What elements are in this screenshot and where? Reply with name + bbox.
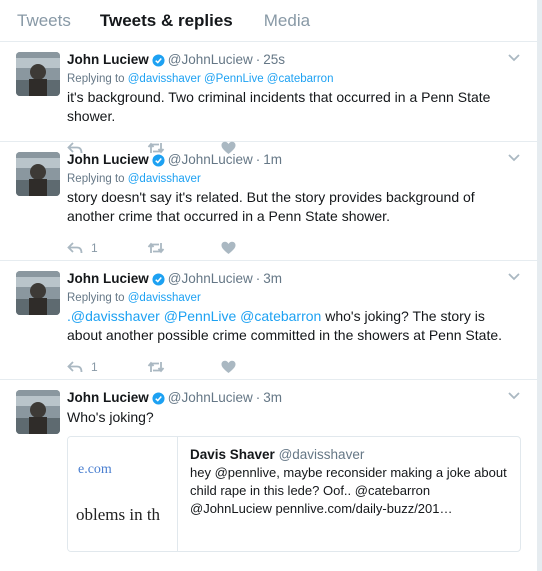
- author-handle[interactable]: @JohnLuciew: [168, 51, 253, 69]
- verified-badge-icon: [152, 53, 165, 67]
- separator-dot: ·: [255, 52, 261, 67]
- chevron-down-icon[interactable]: [507, 269, 521, 283]
- replying-to: Replying to @davisshaver: [67, 290, 521, 306]
- replying-to: Replying to @davisshaver @PennLive @cate…: [67, 71, 521, 87]
- tweet-timestamp[interactable]: 1m: [263, 151, 282, 169]
- retweet-button[interactable]: [147, 360, 221, 374]
- retweet-icon: [147, 242, 165, 254]
- verified-badge-icon: [152, 391, 165, 405]
- separator-dot: ·: [255, 390, 261, 405]
- image-text-top: e.com: [78, 462, 112, 477]
- heart-icon: [221, 241, 236, 254]
- chevron-down-icon[interactable]: [507, 50, 521, 64]
- quoted-tweet-image: e.com oblems in th: [68, 437, 178, 551]
- tweet-header: John Luciew @JohnLuciew · 25s: [67, 51, 521, 69]
- tweet-actions: 1: [67, 234, 521, 262]
- profile-tabs: Tweets Tweets & replies Media: [0, 0, 537, 42]
- image-text-bottom: oblems in th: [76, 505, 161, 524]
- like-button[interactable]: [221, 241, 236, 255]
- author-name[interactable]: John Luciew: [67, 389, 149, 407]
- replying-to-handles[interactable]: @davisshaver @PennLive @catebarron: [128, 73, 334, 85]
- replying-to-handles[interactable]: @davisshaver: [128, 173, 201, 185]
- replying-label: Replying to: [67, 173, 125, 185]
- tweet-text: Who's joking?: [67, 409, 154, 425]
- author-name[interactable]: John Luciew: [67, 270, 149, 288]
- author-handle[interactable]: @JohnLuciew: [168, 389, 253, 407]
- heart-icon: [221, 360, 236, 373]
- reply-button[interactable]: 1: [67, 360, 147, 374]
- author-handle[interactable]: @JohnLuciew: [168, 270, 253, 288]
- tweet-actions: 1: [67, 564, 521, 571]
- tweet-header: John Luciew @JohnLuciew · 3m: [67, 270, 521, 288]
- avatar[interactable]: [16, 52, 60, 96]
- replying-to-handles[interactable]: @davisshaver: [128, 292, 201, 304]
- author-name[interactable]: John Luciew: [67, 151, 149, 169]
- avatar[interactable]: [16, 390, 60, 434]
- profile-timeline: Tweets Tweets & replies Media John Lucie…: [0, 0, 538, 571]
- retweet-icon: [147, 361, 165, 373]
- reply-icon: [67, 242, 83, 254]
- verified-badge-icon: [152, 153, 165, 167]
- replying-label: Replying to: [67, 73, 125, 85]
- tweet-header: John Luciew @JohnLuciew · 3m: [67, 389, 521, 407]
- tweet[interactable]: John Luciew @JohnLuciew · 1m Replying to…: [0, 142, 537, 261]
- retweet-button[interactable]: [147, 241, 221, 255]
- avatar[interactable]: [16, 271, 60, 315]
- quoted-tweet-text: hey @pennlive, maybe reconsider making a…: [190, 465, 507, 516]
- tab-media[interactable]: Media: [247, 11, 327, 31]
- tweet-timestamp[interactable]: 3m: [263, 389, 282, 407]
- tweet-timestamp[interactable]: 3m: [263, 270, 282, 288]
- chevron-down-icon[interactable]: [507, 150, 521, 164]
- reply-icon: [67, 361, 83, 373]
- tweet[interactable]: John Luciew @JohnLuciew · 3m Replying to…: [0, 261, 537, 380]
- quoted-author-name: Davis Shaver: [190, 447, 275, 462]
- replying-label: Replying to: [67, 292, 125, 304]
- quoted-tweet-header: Davis Shaver @davisshaver: [190, 447, 510, 462]
- tweet-text: it's background. Two criminal incidents …: [67, 89, 491, 124]
- tab-tweets[interactable]: Tweets: [0, 11, 88, 31]
- author-name[interactable]: John Luciew: [67, 51, 149, 69]
- mention-links[interactable]: .@davisshaver @PennLive @catebarron: [67, 308, 321, 324]
- tweet-text: story doesn't say it's related. But the …: [67, 189, 475, 224]
- author-handle[interactable]: @JohnLuciew: [168, 151, 253, 169]
- reply-count: 1: [91, 360, 98, 374]
- quoted-tweet[interactable]: e.com oblems in th Davis Shaver @davissh…: [67, 436, 521, 552]
- tweet-text: .@davisshaver @PennLive @catebarron who'…: [67, 307, 521, 345]
- tweet[interactable]: John Luciew @JohnLuciew · 25s Replying t…: [0, 42, 537, 154]
- avatar[interactable]: [16, 152, 60, 196]
- reply-button[interactable]: 1: [67, 241, 147, 255]
- tweet-actions: 1: [67, 353, 521, 381]
- reply-count: 1: [91, 241, 98, 255]
- verified-badge-icon: [152, 272, 165, 286]
- tweet-timestamp[interactable]: 25s: [263, 51, 285, 69]
- tweet-header: John Luciew @JohnLuciew · 1m: [67, 151, 521, 169]
- separator-dot: ·: [255, 271, 261, 286]
- tab-tweets-replies[interactable]: Tweets & replies: [88, 11, 247, 31]
- quoted-tweet-body: Davis Shaver @davisshaver hey @pennlive,…: [178, 437, 520, 551]
- separator-dot: ·: [255, 152, 261, 167]
- like-button[interactable]: [221, 360, 236, 374]
- quoted-author-handle: @davisshaver: [278, 447, 365, 462]
- replying-to: Replying to @davisshaver: [67, 171, 521, 187]
- tweet[interactable]: John Luciew @JohnLuciew · 3m Who's jokin…: [0, 380, 537, 571]
- chevron-down-icon[interactable]: [507, 388, 521, 402]
